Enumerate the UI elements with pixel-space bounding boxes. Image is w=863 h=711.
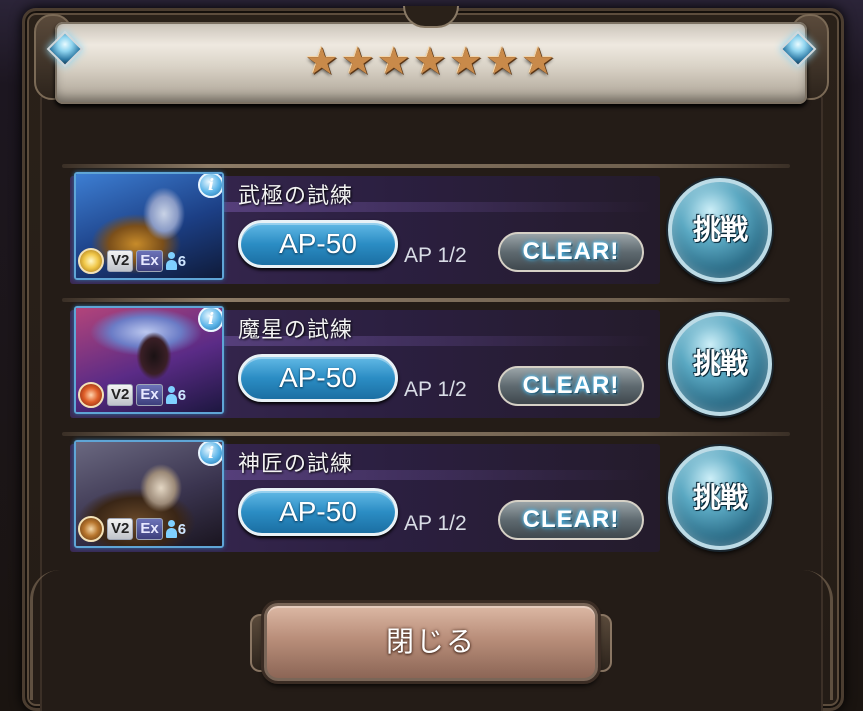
ap-cost-button[interactable]: AP-50: [238, 354, 398, 402]
quest-portrait[interactable]: i V2 Ex 6: [74, 306, 224, 414]
star-icon: ★: [376, 39, 411, 83]
clear-badge: CLEAR!: [498, 232, 644, 272]
star-icon: ★: [412, 39, 448, 83]
member-count: 6: [165, 386, 187, 404]
challenge-button[interactable]: 挑戦: [668, 312, 772, 416]
earth-element-icon: [78, 516, 104, 542]
light-element-icon: [78, 248, 104, 274]
challenge-button[interactable]: 挑戦: [668, 178, 772, 282]
member-count: 6: [165, 252, 187, 270]
quest-row: i V2 Ex 6 武極の試練 AP-50 AP 1/2 CLEAR! 挑戦: [62, 164, 792, 296]
quest-row: i V2 Ex 6 神匠の試練 AP-50 AP 1/2 CLEAR! 挑戦: [62, 432, 792, 564]
clear-badge: CLEAR!: [498, 366, 644, 406]
ap-count: AP 1/2: [404, 378, 467, 401]
member-count-value: 6: [177, 252, 187, 270]
star-icon: ★: [340, 39, 375, 83]
info-icon[interactable]: i: [198, 442, 222, 466]
quest-title: 神匠の試練: [238, 452, 354, 477]
bottom-ornament-right: [773, 570, 833, 700]
quest-title: 武極の試練: [238, 184, 354, 209]
ap-cost-button[interactable]: AP-50: [238, 220, 398, 268]
info-icon[interactable]: i: [198, 174, 222, 198]
quest-title: 魔星の試練: [238, 318, 354, 343]
person-icon: [165, 520, 177, 538]
info-icon[interactable]: i: [198, 308, 222, 332]
quest-badges: V2 Ex 6: [78, 516, 186, 542]
fire-element-icon: [78, 382, 104, 408]
star-icon: ★: [449, 39, 484, 83]
v2-tag: V2: [107, 250, 134, 272]
star-icon: ★: [304, 39, 339, 83]
close-button[interactable]: 閉じる: [264, 603, 598, 681]
person-icon: [165, 386, 177, 404]
ex-tag: Ex: [136, 250, 163, 272]
quest-row: i V2 Ex 6 魔星の試練 AP-50 AP 1/2 CLEAR! 挑戦: [62, 298, 792, 430]
ex-tag: Ex: [136, 384, 163, 406]
star-icon: ★: [521, 39, 556, 83]
difficulty-stars: ★ ★ ★ ★ ★ ★ ★: [304, 38, 556, 84]
bottom-ornament-left: [30, 570, 90, 700]
ap-count: AP 1/2: [404, 512, 467, 535]
member-count-value: 6: [177, 386, 187, 404]
quest-badges: V2 Ex 6: [78, 382, 186, 408]
ap-cost-button[interactable]: AP-50: [238, 488, 398, 536]
v2-tag: V2: [107, 518, 134, 540]
quest-badges: V2 Ex 6: [78, 248, 186, 274]
member-count-value: 6: [177, 520, 187, 538]
ap-count: AP 1/2: [404, 244, 467, 267]
person-icon: [165, 252, 177, 270]
v2-tag: V2: [107, 384, 134, 406]
star-icon: ★: [485, 39, 520, 83]
challenge-button[interactable]: 挑戦: [668, 446, 772, 550]
quest-portrait[interactable]: i V2 Ex 6: [74, 440, 224, 548]
member-count: 6: [165, 520, 187, 538]
ex-tag: Ex: [136, 518, 163, 540]
quest-portrait[interactable]: i V2 Ex 6: [74, 172, 224, 280]
clear-badge: CLEAR!: [498, 500, 644, 540]
